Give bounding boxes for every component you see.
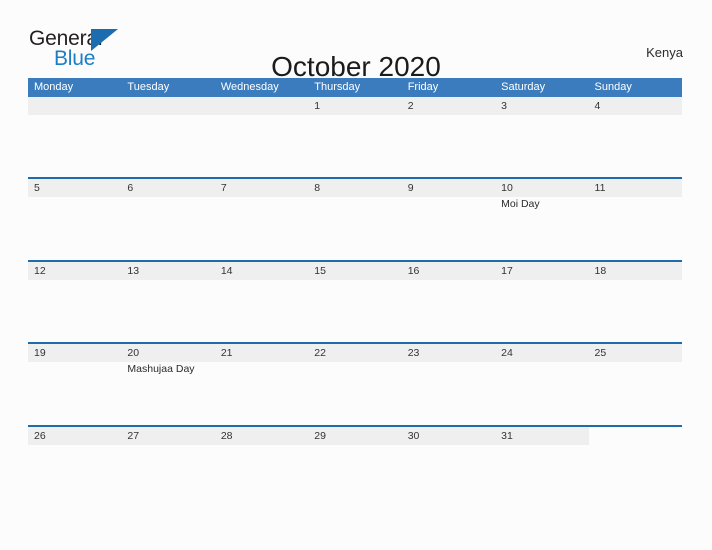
day-number: 15: [314, 264, 326, 277]
day-number: 7: [220, 182, 227, 195]
calendar-week-row: 1 2 3 4: [28, 97, 682, 177]
holiday-label: Mashujaa Day: [127, 363, 195, 376]
weekday-header-sunday: Sunday: [594, 81, 632, 93]
day-cell-1[interactable]: 1: [308, 97, 401, 177]
day-cell-empty: [28, 97, 121, 177]
day-cell-11[interactable]: 11: [589, 179, 682, 259]
day-cell-18[interactable]: 18: [589, 262, 682, 342]
day-number: 29: [314, 429, 326, 442]
calendar-week-row: 5 6 7 8 9 10 Moi Day 11: [28, 177, 682, 259]
day-cell-21[interactable]: 21: [215, 344, 308, 424]
day-number: 12: [34, 264, 46, 277]
day-number: 14: [220, 264, 233, 277]
week-day-cells: 5 6 7 8 9 10 Moi Day 11: [28, 179, 682, 259]
day-number: 23: [407, 347, 420, 360]
day-cell-30[interactable]: 30: [402, 427, 495, 507]
day-number: 16: [407, 264, 420, 277]
day-cell-6[interactable]: 6: [121, 179, 214, 259]
weekday-header-friday: Friday: [407, 81, 439, 93]
weekday-header-thursday: Thursday: [314, 81, 361, 93]
day-number: 11: [594, 182, 606, 195]
day-number: 9: [407, 182, 414, 195]
day-cell-4[interactable]: 4: [589, 97, 682, 177]
day-number: 22: [314, 347, 326, 360]
day-cell-28[interactable]: 28: [215, 427, 308, 507]
day-cell-10[interactable]: 10 Moi Day: [495, 179, 588, 259]
day-cell-24[interactable]: 24: [495, 344, 588, 424]
day-number: 5: [34, 182, 40, 195]
day-number: 8: [314, 182, 321, 195]
day-cell-19[interactable]: 19: [28, 344, 121, 424]
weekday-header-row: Monday Tuesday Wednesday Thursday Friday Satu…: [28, 78, 682, 97]
calendar-table: Monday Tuesday Wednesday Thursday Friday Satu…: [28, 78, 682, 507]
holiday-label: Moi Day: [501, 198, 540, 211]
day-number: 31: [501, 429, 513, 442]
day-number: 20: [127, 347, 140, 360]
day-number: 19: [34, 347, 46, 360]
day-number: 24: [501, 347, 513, 360]
week-day-cells: 1 2 3 4: [28, 97, 682, 177]
day-cell-29[interactable]: 29: [308, 427, 401, 507]
calendar-week-row: 26 27 28 29 30 31: [28, 424, 682, 507]
day-number: 28: [220, 429, 233, 442]
day-cell-20[interactable]: 20 Mashujaa Day: [121, 344, 214, 424]
day-cell-16[interactable]: 16: [402, 262, 495, 342]
calendar-week-row: 12 13 14 15 16 17 18: [28, 259, 682, 342]
day-cell-7[interactable]: 7: [215, 179, 308, 259]
day-number: 27: [127, 429, 140, 442]
day-cell-9[interactable]: 9: [402, 179, 495, 259]
day-number: 3: [501, 100, 507, 112]
day-number: 21: [220, 347, 233, 360]
page-header: General Blue October 2020 Kenya: [0, 0, 712, 82]
day-cell-17[interactable]: 17: [495, 262, 588, 342]
weekday-header-tuesday: Tuesday: [127, 81, 170, 93]
calendar-body: 1 2 3 4 5 6 7 8 9 10 Moi Day 11 12 13 14 15 16 17 18 19 20 Ma…: [28, 97, 682, 507]
day-number: 6: [127, 182, 134, 195]
day-number: 30: [407, 429, 420, 442]
week-day-cells: 19 20 Mashujaa Day 21 22 23 24 25: [28, 344, 682, 424]
day-cell-13[interactable]: 13: [121, 262, 214, 342]
day-cell-14[interactable]: 14: [215, 262, 308, 342]
day-number: 13: [127, 264, 140, 277]
day-cell-27[interactable]: 27: [121, 427, 214, 507]
weekday-header-monday: Monday: [34, 81, 74, 93]
day-cell-3[interactable]: 3: [495, 97, 588, 177]
day-cell-empty: [589, 427, 682, 507]
day-number: 4: [594, 100, 601, 112]
week-day-cells: 26 27 28 29 30 31: [28, 427, 682, 507]
day-cell-22[interactable]: 22: [308, 344, 401, 424]
week-day-cells: 12 13 14 15 16 17 18: [28, 262, 682, 342]
weekday-header-wednesday: Wednesday: [220, 81, 279, 93]
country-label: Kenya: [646, 45, 683, 60]
day-cell-23[interactable]: 23: [402, 344, 495, 424]
day-cell-15[interactable]: 15: [308, 262, 401, 342]
day-cell-8[interactable]: 8: [308, 179, 401, 259]
day-number: 1: [314, 100, 321, 112]
day-cell-25[interactable]: 25: [589, 344, 682, 424]
day-cell-26[interactable]: 26: [28, 427, 121, 507]
day-cell-31[interactable]: 31: [495, 427, 588, 507]
calendar-week-row: 19 20 Mashujaa Day 21 22 23 24 25: [28, 342, 682, 424]
day-number: 2: [407, 100, 414, 112]
day-number: 26: [34, 429, 46, 442]
day-cell-12[interactable]: 12: [28, 262, 121, 342]
day-number: 25: [594, 347, 607, 360]
day-number: 10: [501, 182, 513, 195]
day-number: 18: [594, 264, 607, 277]
day-cell-empty: [121, 97, 214, 177]
weekday-header-saturday: Saturday: [501, 81, 546, 93]
day-cell-2[interactable]: 2: [402, 97, 495, 177]
day-number: 17: [501, 264, 513, 277]
day-cell-5[interactable]: 5: [28, 179, 121, 259]
day-cell-empty: [215, 97, 308, 177]
